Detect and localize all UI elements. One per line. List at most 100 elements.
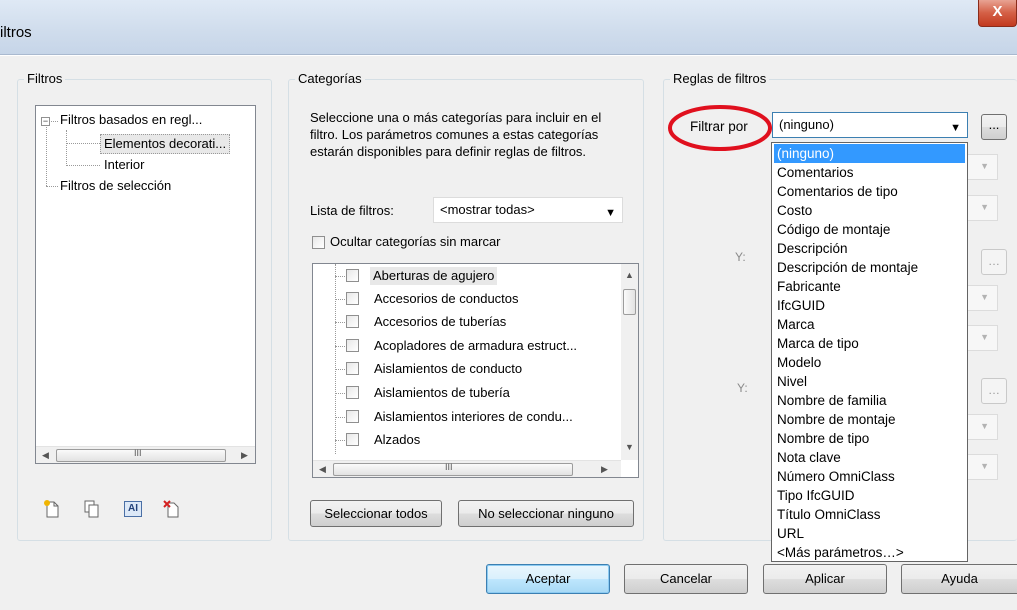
dropdown-option[interactable]: (ninguno) — [774, 144, 965, 163]
categories-vscroll[interactable]: ▲ ▼ — [621, 264, 638, 460]
dropdown-option[interactable]: Nombre de tipo — [774, 429, 965, 448]
chevron-down-icon: ▼ — [605, 207, 616, 219]
tree-item-selection-filters[interactable]: Filtros de selección — [60, 177, 171, 195]
category-item[interactable]: Accesorios de tuberías — [374, 313, 506, 331]
dropdown-option[interactable]: Marca — [774, 315, 965, 334]
scroll-down-icon[interactable]: ▼ — [625, 442, 634, 452]
tree-item-decorative-elements[interactable]: Elementos decorati... — [100, 134, 231, 154]
dropdown-option[interactable]: Nombre de familia — [774, 391, 965, 410]
dropdown-option[interactable]: URL — [774, 524, 965, 543]
tree-item-rule-filters[interactable]: Filtros basados en regl... — [60, 111, 202, 129]
category-item[interactable]: Alzados — [374, 431, 420, 449]
chevron-down-icon: ▼ — [980, 332, 989, 342]
tree-line — [335, 299, 345, 300]
dropdown-option[interactable]: IfcGUID — [774, 296, 965, 315]
category-item[interactable]: Aberturas de agujero — [370, 267, 498, 285]
scroll-up-icon[interactable]: ▲ — [625, 270, 634, 280]
dropdown-option[interactable]: Código de montaje — [774, 220, 965, 239]
scroll-grip: III — [445, 462, 453, 472]
dropdown-option[interactable]: Fabricante — [774, 277, 965, 296]
help-button[interactable]: Ayuda — [901, 564, 1017, 594]
collapse-icon[interactable]: − — [41, 117, 50, 126]
chevron-down-icon: ▼ — [980, 461, 989, 471]
dropdown-option[interactable]: Costo — [774, 201, 965, 220]
apply-button[interactable]: Aplicar — [763, 564, 887, 594]
rule-browse-button: … — [981, 378, 1007, 404]
operator-select: ▼ — [968, 414, 998, 440]
hide-unchecked-checkbox[interactable] — [312, 236, 325, 249]
categories-description: Seleccione una o más categorías para inc… — [310, 110, 602, 159]
categories-list[interactable]: Aberturas de agujero Accesorios de condu… — [312, 263, 639, 478]
tree-line — [335, 393, 345, 394]
category-item[interactable]: Accesorios de conductos — [374, 290, 519, 308]
filters-tree-hscroll[interactable]: ◀ III ▶ — [36, 446, 255, 463]
value-select: ▼ — [968, 325, 998, 351]
tree-line — [335, 369, 345, 370]
operator-select: ▼ — [968, 154, 998, 180]
scroll-thumb[interactable] — [333, 463, 573, 476]
category-checkbox[interactable] — [346, 386, 359, 399]
filter-list-select[interactable]: <mostrar todas> ▼ — [433, 197, 623, 223]
category-checkbox[interactable] — [346, 433, 359, 446]
hide-unchecked-label: Ocultar categorías sin marcar — [330, 234, 501, 249]
dropdown-option[interactable]: Nombre de montaje — [774, 410, 965, 429]
delete-filter-icon[interactable] — [163, 500, 181, 518]
filters-group-label: Filtros — [24, 71, 66, 87]
dropdown-option[interactable]: Tipo IfcGUID — [774, 486, 965, 505]
categories-hscroll[interactable]: ◀ III ▶ — [313, 460, 621, 477]
dropdown-option[interactable]: <Más parámetros…> — [774, 543, 965, 562]
category-item[interactable]: Aislamientos interiores de condu... — [374, 408, 573, 426]
dropdown-option[interactable]: Descripción de montaje — [774, 258, 965, 277]
dropdown-option[interactable]: Número OmniClass — [774, 467, 965, 486]
window-title: iltros — [0, 24, 32, 41]
tree-line — [335, 276, 345, 277]
filter-by-browse-button[interactable]: ... — [981, 114, 1007, 140]
category-checkbox[interactable] — [346, 292, 359, 305]
chevron-down-icon: ▼ — [950, 122, 961, 134]
scroll-left-icon[interactable]: ◀ — [319, 464, 326, 475]
dropdown-option[interactable]: Descripción — [774, 239, 965, 258]
dropdown-option[interactable]: Título OmniClass — [774, 505, 965, 524]
title-bar: iltros X — [0, 0, 1017, 55]
dropdown-option[interactable]: Comentarios — [774, 163, 965, 182]
tree-line — [66, 130, 67, 166]
category-item[interactable]: Aislamientos de conducto — [374, 360, 522, 378]
chevron-down-icon: ▼ — [980, 161, 989, 171]
scroll-grip: III — [134, 448, 142, 458]
category-checkbox[interactable] — [346, 269, 359, 282]
dropdown-option[interactable]: Marca de tipo — [774, 334, 965, 353]
dropdown-option[interactable]: Nota clave — [774, 448, 965, 467]
value-select: ▼ — [968, 454, 998, 480]
filter-by-dropdown-list[interactable]: (ninguno) Comentarios Comentarios de tip… — [771, 142, 968, 562]
tree-line — [335, 322, 345, 323]
select-all-button[interactable]: Seleccionar todos — [310, 500, 442, 527]
new-filter-icon[interactable] — [43, 500, 61, 518]
category-checkbox[interactable] — [346, 362, 359, 375]
filter-by-select[interactable]: (ninguno) ▼ — [772, 112, 968, 138]
filters-tree[interactable]: − Filtros basados en regl... Elementos d… — [35, 105, 256, 464]
dropdown-option[interactable]: Comentarios de tipo — [774, 182, 965, 201]
category-checkbox[interactable] — [346, 410, 359, 423]
scroll-left-icon[interactable]: ◀ — [42, 450, 49, 461]
scroll-thumb[interactable] — [623, 289, 636, 315]
categories-group-label: Categorías — [295, 71, 365, 87]
rename-filter-icon[interactable]: AI — [124, 501, 142, 517]
ok-button[interactable]: Aceptar — [486, 564, 610, 594]
tree-line — [51, 121, 58, 122]
category-checkbox[interactable] — [346, 339, 359, 352]
scroll-right-icon[interactable]: ▶ — [601, 464, 608, 475]
select-none-button[interactable]: No seleccionar ninguno — [458, 500, 634, 527]
cancel-button[interactable]: Cancelar — [624, 564, 748, 594]
filter-list-value: <mostrar todas> — [440, 202, 535, 217]
scroll-right-icon[interactable]: ▶ — [241, 450, 248, 461]
duplicate-filter-icon[interactable] — [83, 500, 101, 518]
dropdown-option[interactable]: Modelo — [774, 353, 965, 372]
close-button[interactable]: X — [978, 0, 1017, 27]
category-checkbox[interactable] — [346, 315, 359, 328]
filter-by-value: (ninguno) — [779, 117, 834, 132]
dropdown-option[interactable]: Nivel — [774, 372, 965, 391]
category-item[interactable]: Acopladores de armadura estruct... — [374, 337, 577, 355]
tree-item-interior[interactable]: Interior — [104, 156, 144, 174]
tree-line — [46, 186, 58, 187]
category-item[interactable]: Aislamientos de tubería — [374, 384, 510, 402]
